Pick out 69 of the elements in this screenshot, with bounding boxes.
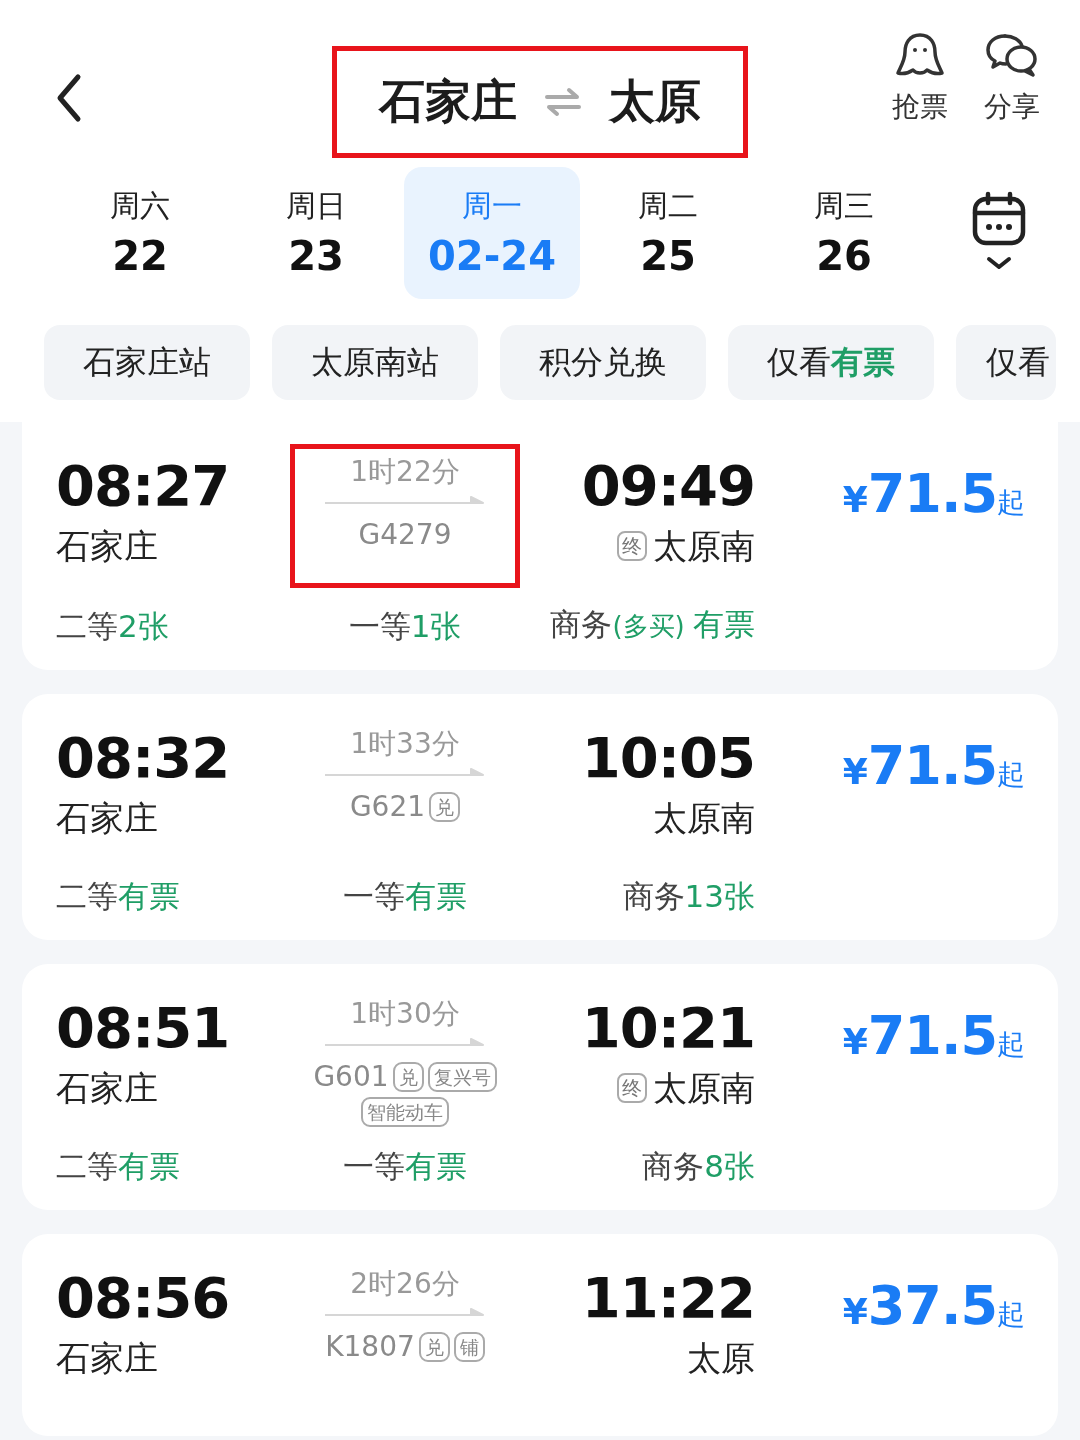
departure-time: 08:32 — [56, 724, 231, 792]
seat-availability: 一等有票 — [343, 1147, 467, 1186]
price: ¥71.5起 — [842, 1004, 1025, 1067]
departure-station: 石家庄 — [56, 525, 159, 568]
train-tag: 智能动车 — [361, 1097, 449, 1127]
arrival-city[interactable]: 太原 — [609, 71, 701, 133]
arrival-station: 太原南 — [653, 1067, 755, 1110]
departure-station: 石家庄 — [56, 1067, 159, 1110]
train-tag: 复兴号 — [427, 1061, 497, 1092]
filter-chip[interactable]: 仅看有票 — [728, 325, 934, 400]
duration: 1时22分 — [350, 454, 460, 490]
seat-availability: 商务8张 — [642, 1147, 755, 1186]
seat-availability: 二等有票 — [56, 1147, 180, 1186]
ghost-icon — [895, 31, 945, 78]
train-tag: 兑 — [392, 1061, 424, 1092]
arrival-time: 09:49 — [581, 452, 755, 520]
arrival-station: 太原南 — [653, 797, 755, 840]
train-number: K1807 — [325, 1330, 415, 1363]
duration: 2时26分 — [350, 1266, 460, 1302]
arrival-time: 10:05 — [581, 724, 755, 792]
date-tab[interactable]: 周二 25 — [580, 166, 756, 299]
departure-station: 石家庄 — [56, 1337, 159, 1380]
train-tag: 兑 — [418, 1331, 450, 1362]
duration: 1时33分 — [350, 726, 460, 762]
date-tab[interactable]: 周三 26 — [756, 166, 932, 299]
terminal-badge: 终 — [617, 1073, 647, 1103]
arrival-time: 11:22 — [581, 1264, 755, 1332]
arrival-station: 太原南 — [653, 525, 755, 568]
train-tag: 兑 — [429, 791, 461, 822]
departure-time: 08:56 — [56, 1264, 231, 1332]
date-tab[interactable]: 周日 23 — [228, 166, 404, 299]
filter-chip[interactable]: 太原南站 — [272, 325, 478, 400]
arrow-icon — [325, 1308, 485, 1318]
train-number: G601 — [313, 1060, 389, 1093]
train-number: G4279 — [358, 518, 452, 551]
arrow-icon — [325, 496, 485, 506]
train-card[interactable]: 08:51 石家庄 1时30分 G601 兑 复兴号 智能动车 10:21 终 太原南 ¥71.5起 二等有票 一等有票 商务8张 — [22, 964, 1058, 1210]
filter-chip[interactable]: 仅看 — [956, 325, 1056, 400]
price: ¥71.5起 — [842, 734, 1025, 797]
arrival-time: 10:21 — [581, 994, 755, 1062]
train-card[interactable]: 08:56 石家庄 2时26分 K1807 兑 铺 11:22 太原 ¥37.5起 — [22, 1234, 1058, 1436]
seat-availability: 一等有票 — [343, 877, 467, 916]
seat-availability: 二等2张 — [56, 607, 169, 646]
seat-availability: 一等1张 — [348, 607, 462, 646]
train-card[interactable]: 08:27 石家庄 1时22分 G4279 09:49 终 太原南 ¥71.5起 二等2张 一等1张 商务(多买) 有票 — [22, 422, 1058, 670]
chat-bubbles-icon — [985, 31, 1039, 78]
filter-chip[interactable]: 石家庄站 — [44, 325, 250, 400]
price: ¥71.5起 — [842, 462, 1025, 525]
seat-availability: 商务(多买) 有票 — [550, 605, 755, 644]
arrow-icon — [325, 768, 485, 778]
train-card[interactable]: 08:32 石家庄 1时33分 G621 兑 10:05 太原南 ¥71.5起 二等有票 一等有票 商务13张 — [22, 694, 1058, 940]
terminal-badge: 终 — [617, 531, 647, 561]
arrival-station: 太原 — [687, 1337, 755, 1380]
seat-availability: 二等有票 — [56, 877, 180, 916]
duration: 1时30分 — [350, 996, 460, 1032]
date-tab[interactable]: 周一 02-24 — [404, 166, 580, 299]
departure-station: 石家庄 — [56, 797, 159, 840]
share-button[interactable]: 分享 — [984, 31, 1040, 126]
ticket-grab-button[interactable]: 抢票 — [892, 31, 948, 126]
departure-city[interactable]: 石家庄 — [379, 71, 517, 133]
seat-availability: 商务13张 — [622, 877, 755, 916]
price: ¥37.5起 — [842, 1274, 1025, 1337]
date-tab[interactable]: 周六 22 — [52, 166, 228, 299]
departure-time: 08:27 — [56, 452, 231, 520]
departure-time: 08:51 — [56, 994, 231, 1062]
train-number: G621 — [349, 790, 426, 823]
arrow-icon — [325, 1038, 485, 1048]
filter-chip[interactable]: 积分兑换 — [500, 325, 706, 400]
train-tag: 铺 — [453, 1331, 485, 1362]
